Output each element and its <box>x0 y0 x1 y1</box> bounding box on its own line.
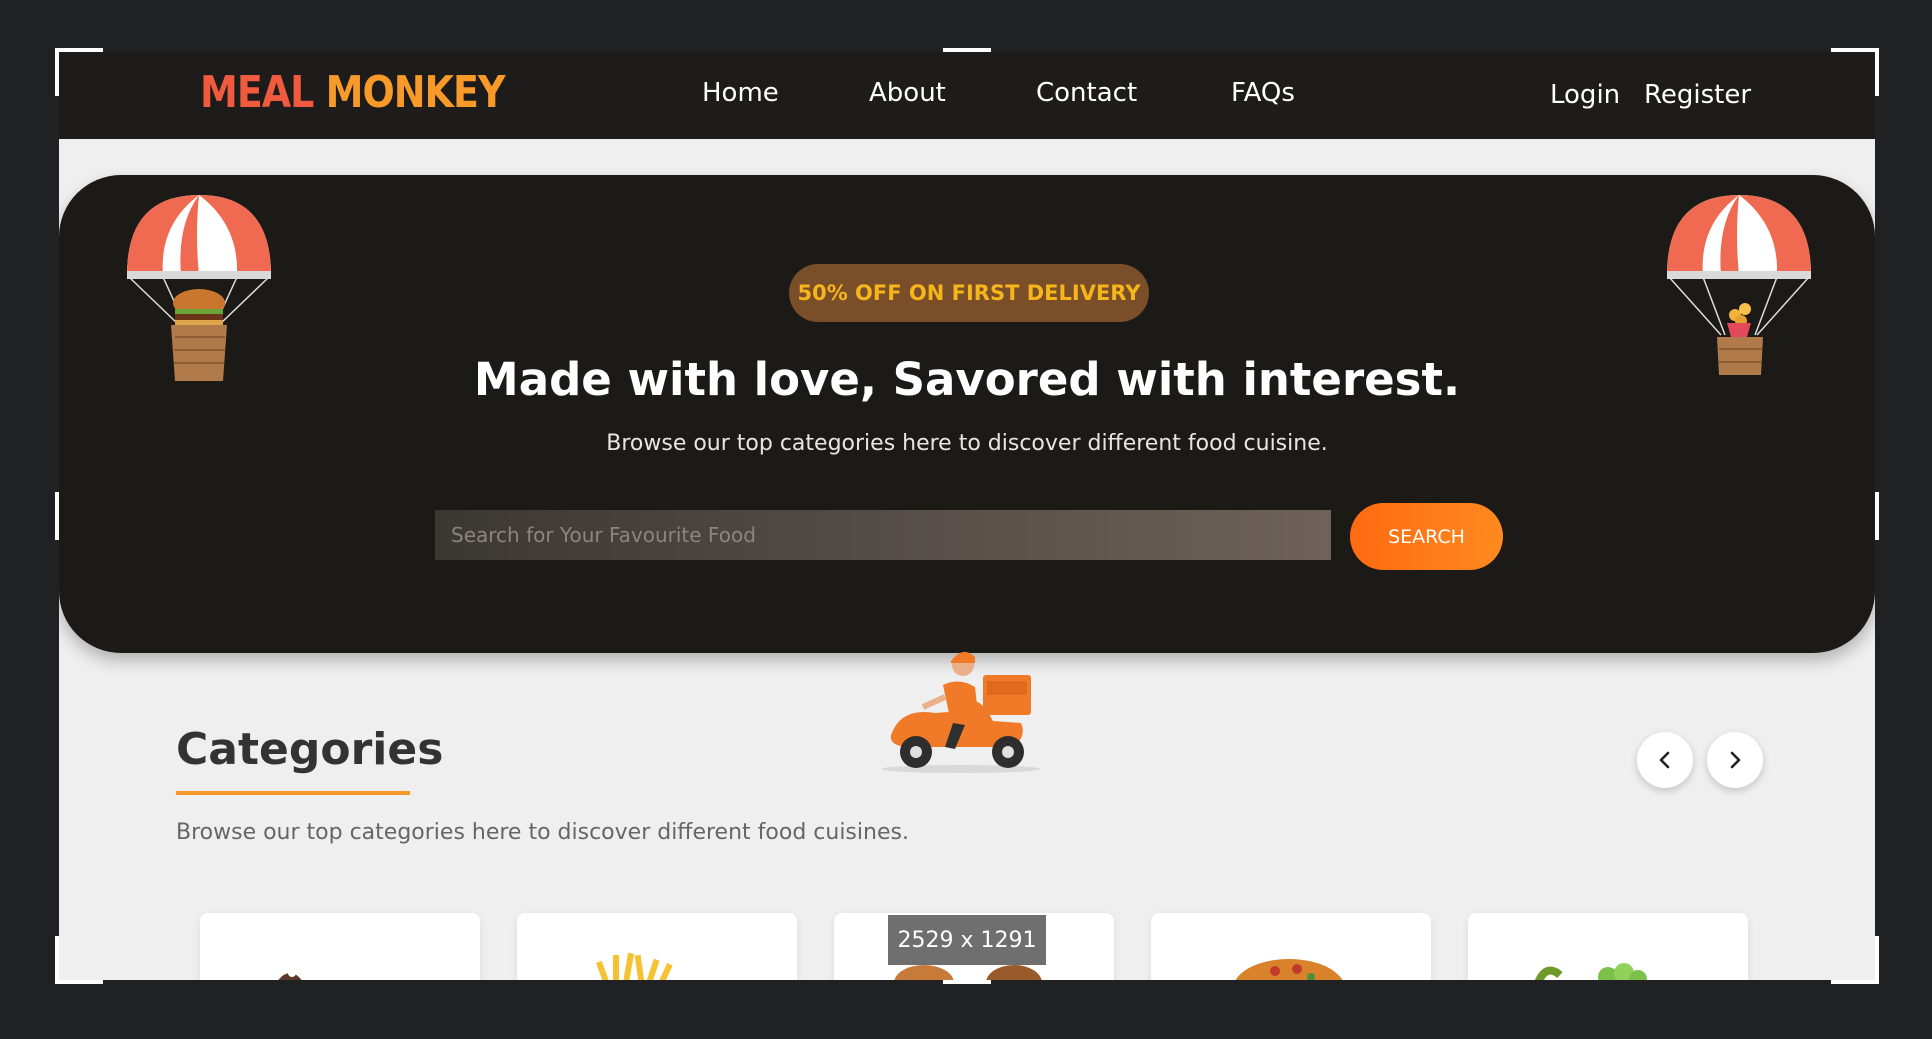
crop-handle-top-right-h[interactable] <box>1831 48 1879 52</box>
dessert-image <box>278 969 302 980</box>
login-link[interactable]: Login <box>1550 80 1620 110</box>
promo-badge: 50% OFF ON FIRST DELIVERY <box>789 264 1149 322</box>
register-link[interactable]: Register <box>1644 80 1751 110</box>
categories-title-underline <box>176 791 410 795</box>
categories-subtitle: Browse our top categories here to discov… <box>176 820 909 845</box>
browser-viewport: MEAL MONKEY Home About Contact FAQs Logi… <box>59 52 1875 980</box>
chevron-right-icon <box>1730 751 1741 769</box>
category-card-fries[interactable] <box>517 913 797 980</box>
crop-handle-bottom-middle[interactable] <box>943 980 991 984</box>
nav-about-link[interactable]: About <box>869 78 946 108</box>
nav-faqs-link[interactable]: FAQs <box>1231 78 1295 108</box>
nav-home-link[interactable]: Home <box>702 78 779 108</box>
salad-image <box>1534 963 1647 980</box>
crop-handle-top-left-v[interactable] <box>55 48 59 96</box>
delivery-scooter-icon <box>881 651 1041 773</box>
carousel-next-button[interactable] <box>1707 732 1763 788</box>
chevron-left-icon <box>1659 751 1670 769</box>
categories-title: Categories <box>176 724 444 775</box>
crop-handle-bottom-left-v[interactable] <box>55 936 59 984</box>
category-card-dessert[interactable] <box>200 913 480 980</box>
crop-handle-bottom-left-h[interactable] <box>55 980 103 984</box>
nav-contact-link[interactable]: Contact <box>1036 78 1137 108</box>
category-card-pizza[interactable] <box>1151 913 1431 980</box>
pizza-image <box>1235 959 1343 980</box>
logo-part-monkey: MONKEY <box>325 66 506 118</box>
crop-handle-top-right-v[interactable] <box>1875 48 1879 96</box>
carousel-prev-button[interactable] <box>1637 732 1693 788</box>
hero-title: Made with love, Savored with interest. <box>473 353 1461 406</box>
crop-handle-bottom-right-h[interactable] <box>1831 980 1879 984</box>
navbar: MEAL MONKEY Home About Contact FAQs Logi… <box>59 52 1875 139</box>
logo[interactable]: MEAL MONKEY <box>200 66 506 118</box>
crop-handle-top-left-h[interactable] <box>55 48 103 52</box>
search-button[interactable]: SEARCH <box>1350 503 1503 570</box>
fries-image <box>596 952 673 980</box>
hero-subtitle: Browse our top categories here to discov… <box>606 431 1328 456</box>
selection-dimensions-badge: 2529 x 1291 <box>888 915 1046 965</box>
logo-part-meal: MEAL <box>200 66 326 118</box>
crop-handle-middle-left[interactable] <box>55 492 59 540</box>
food-search-input[interactable] <box>435 510 1331 560</box>
crop-handle-bottom-right-v[interactable] <box>1875 936 1879 984</box>
category-card-salad[interactable] <box>1468 913 1748 980</box>
crop-handle-middle-right[interactable] <box>1875 492 1879 540</box>
hero-banner: 50% OFF ON FIRST DELIVERY Made with love… <box>59 175 1875 773</box>
crop-handle-top-middle[interactable] <box>943 48 991 52</box>
